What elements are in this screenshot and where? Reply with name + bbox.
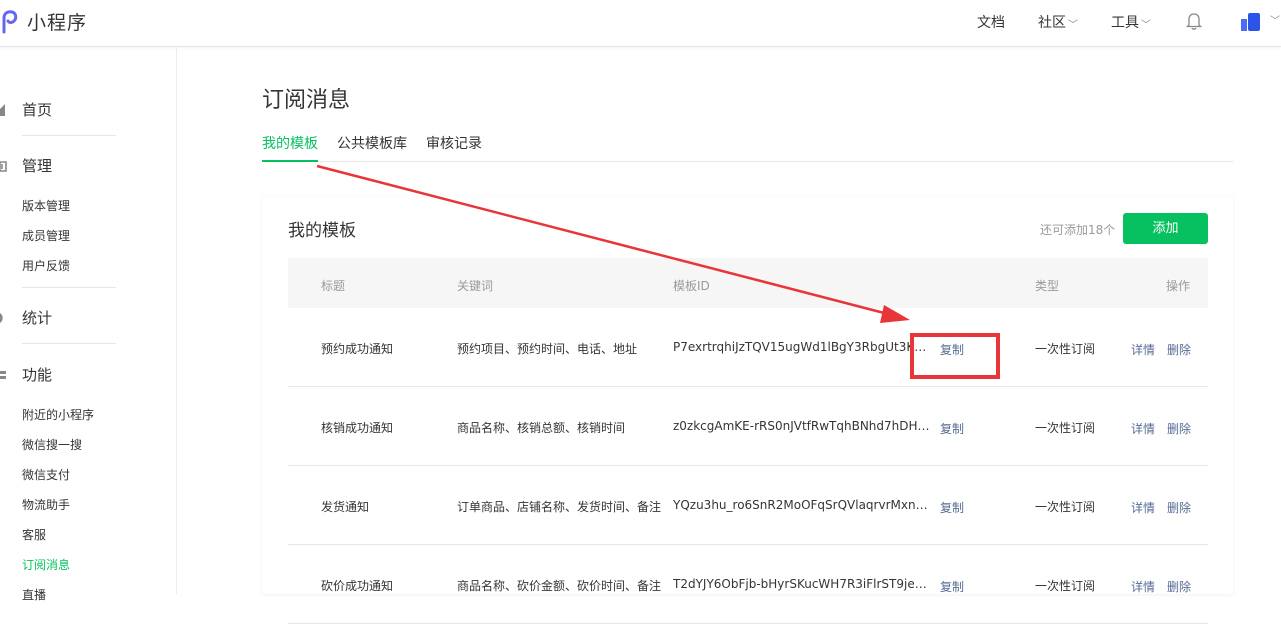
row-template-id: z0zkcgAmKE-rRS0nJVtfRwTqhBNhd7hDH1...	[673, 419, 931, 433]
row-title: 砍价成功通知	[321, 579, 394, 593]
home-icon	[0, 103, 5, 116]
sidebar-group-manage[interactable]: 管理	[0, 155, 52, 176]
sidebar-item-service[interactable]: 客服	[22, 526, 46, 543]
column-title: 标题	[321, 279, 346, 293]
sidebar-item-feedback[interactable]: 用户反馈	[22, 257, 70, 274]
row-keywords: 商品名称、核销总额、核销时间	[457, 421, 626, 435]
sidebar: 首页 管理 版本管理 成员管理 用户反馈 统计 功能 附近的小程序 微信搜一搜 …	[0, 47, 177, 602]
nav-community[interactable]: 社区 ﹀	[1038, 12, 1078, 32]
column-template-id: 模板ID	[673, 279, 710, 293]
sidebar-item-home[interactable]: 首页	[0, 99, 52, 120]
nav-docs[interactable]: 文档	[977, 12, 1005, 32]
stats-icon	[0, 312, 3, 323]
annotation-box	[910, 333, 1000, 379]
column-actions: 操作	[1166, 279, 1191, 293]
page-title: 订阅消息	[262, 88, 351, 113]
tab-bar: 我的模板 公共模板库 审核记录	[262, 134, 1233, 162]
sidebar-item-members[interactable]: 成员管理	[22, 227, 70, 244]
table-header: 标题 关键词 模板ID 类型 操作	[288, 258, 1208, 308]
sidebar-group-stats[interactable]: 统计	[0, 307, 52, 328]
sidebar-group-label: 功能	[22, 366, 53, 384]
row-title: 核销成功通知	[321, 421, 394, 435]
avatar-icon[interactable]	[1241, 13, 1261, 31]
tab-review-records[interactable]: 审核记录	[426, 134, 482, 162]
row-type: 一次性订阅	[1035, 579, 1096, 593]
row-template-id: YQzu3hu_ro6SnR2MoOFqSrQVlaqrvrMxn5...	[673, 498, 931, 512]
features-icon	[0, 370, 6, 379]
chevron-down-icon: ﹀	[1068, 19, 1078, 31]
sidebar-item-logistics[interactable]: 物流助手	[22, 496, 70, 513]
sidebar-item-subscribe[interactable]: 订阅消息	[22, 556, 70, 573]
row-keywords: 商品名称、砍价金额、砍价时间、备注	[457, 579, 662, 593]
detail-link[interactable]: 详情	[1131, 578, 1155, 595]
detail-link[interactable]: 详情	[1131, 420, 1155, 437]
table-row: 核销成功通知 商品名称、核销总额、核销时间 z0zkcgAmKE-rRS0nJV…	[288, 387, 1208, 466]
column-type: 类型	[1035, 279, 1060, 293]
delete-link[interactable]: 删除	[1167, 578, 1191, 595]
copy-link[interactable]: 复制	[940, 420, 964, 437]
row-template-id: T2dYJY6ObFjb-bHyrSKucWH7R3iFlrST9jeLB...	[673, 577, 931, 591]
detail-link[interactable]: 详情	[1131, 499, 1155, 516]
detail-link[interactable]: 详情	[1131, 341, 1155, 358]
row-keywords: 预约项目、预约时间、电话、地址	[457, 342, 638, 356]
copy-link[interactable]: 复制	[940, 578, 964, 595]
sidebar-item-label: 首页	[22, 101, 53, 119]
top-bar: 小程序 文档 社区 ﹀ 工具 ﹀ ﹀	[0, 0, 1281, 47]
table-row: 预约成功通知 预约项目、预约时间、电话、地址 P7exrtrqhiJzTQV15…	[288, 308, 1208, 387]
nav-tools[interactable]: 工具 ﹀	[1111, 12, 1151, 32]
nav-docs-label: 文档	[977, 15, 1005, 31]
delete-link[interactable]: 删除	[1167, 420, 1191, 437]
app-title: 小程序	[27, 12, 88, 34]
chevron-down-icon[interactable]: ﹀	[1270, 12, 1280, 27]
row-template-id: P7exrtrqhiJzTQV15ugWd1lBgY3RbgUt3KD...	[673, 340, 931, 354]
sidebar-group-label: 统计	[22, 309, 53, 327]
templates-card: 我的模板 还可添加18个 添加 标题 关键词 模板ID 类型 操作 预约成功通知…	[262, 196, 1233, 624]
add-button[interactable]: 添加	[1123, 213, 1208, 244]
column-keywords: 关键词	[457, 279, 494, 293]
delete-link[interactable]: 删除	[1167, 341, 1191, 358]
logo[interactable]: 小程序	[0, 8, 87, 35]
sidebar-item-version[interactable]: 版本管理	[22, 197, 70, 214]
sidebar-group-features[interactable]: 功能	[0, 364, 52, 385]
sidebar-item-search[interactable]: 微信搜一搜	[22, 436, 82, 453]
row-title: 发货通知	[321, 500, 370, 514]
nav-community-label: 社区	[1038, 15, 1066, 31]
sidebar-item-nearby[interactable]: 附近的小程序	[22, 406, 94, 423]
sidebar-item-live[interactable]: 直播	[22, 586, 46, 603]
row-type: 一次性订阅	[1035, 342, 1096, 356]
row-title: 预约成功通知	[321, 342, 394, 356]
manage-icon	[0, 160, 7, 172]
delete-link[interactable]: 删除	[1167, 499, 1191, 516]
divider	[22, 343, 116, 344]
copy-link[interactable]: 复制	[940, 499, 964, 516]
row-keywords: 订单商品、店铺名称、发货时间、备注	[457, 500, 662, 514]
nav-tools-label: 工具	[1111, 15, 1139, 31]
chevron-down-icon: ﹀	[1141, 19, 1151, 31]
card-title: 我的模板	[288, 221, 356, 241]
table-row: 发货通知 订单商品、店铺名称、发货时间、备注 YQzu3hu_ro6SnR2Mo…	[288, 466, 1208, 545]
divider	[22, 287, 116, 288]
bell-icon[interactable]	[1185, 11, 1203, 31]
divider	[22, 135, 116, 136]
remain-count: 还可添加18个	[1040, 223, 1116, 237]
logo-icon	[2, 9, 18, 33]
tab-my-templates[interactable]: 我的模板	[262, 134, 318, 162]
sidebar-group-label: 管理	[22, 157, 53, 175]
row-type: 一次性订阅	[1035, 500, 1096, 514]
table-row: 砍价成功通知 商品名称、砍价金额、砍价时间、备注 T2dYJY6ObFjb-bH…	[288, 545, 1208, 624]
tab-public-library[interactable]: 公共模板库	[337, 134, 407, 162]
sidebar-item-pay[interactable]: 微信支付	[22, 466, 70, 483]
row-type: 一次性订阅	[1035, 421, 1096, 435]
